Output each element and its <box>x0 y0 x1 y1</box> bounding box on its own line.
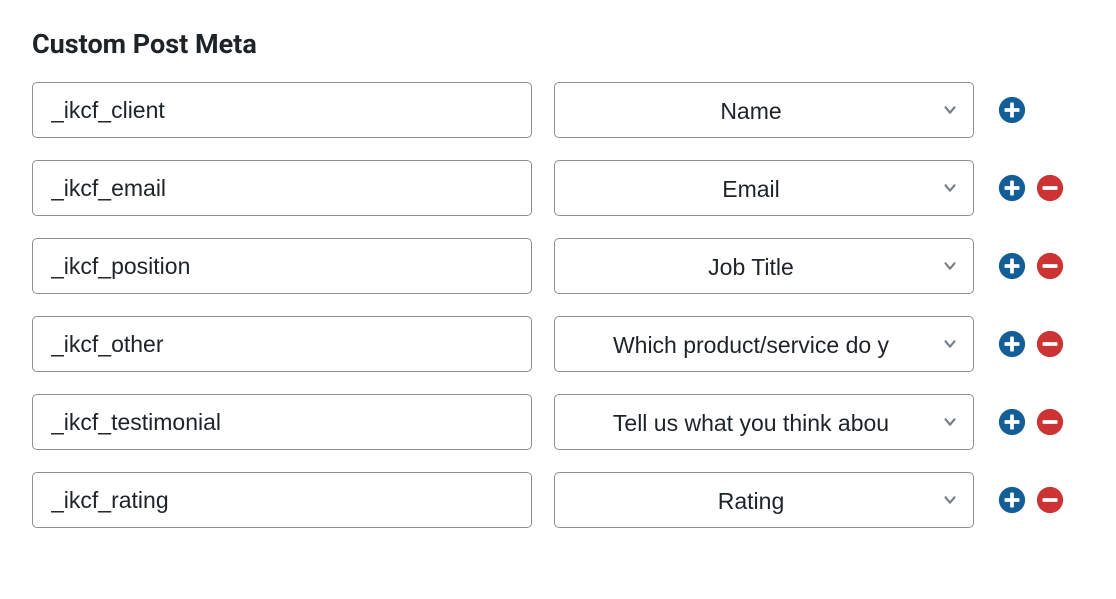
minus-circle-icon <box>1035 407 1065 437</box>
minus-circle-icon <box>1035 329 1065 359</box>
remove-row-button[interactable] <box>1034 250 1066 282</box>
row-actions <box>996 484 1066 516</box>
minus-circle-icon <box>1035 251 1065 281</box>
meta-row: Which product/service do y <box>32 316 1084 372</box>
meta-value-select-wrap: Rating <box>554 472 974 528</box>
meta-value-select[interactable]: Tell us what you think abou <box>554 394 974 450</box>
add-row-button[interactable] <box>996 250 1028 282</box>
meta-rows: Name Email <box>32 82 1084 528</box>
plus-circle-icon <box>997 407 1027 437</box>
meta-value-select[interactable]: Which product/service do y <box>554 316 974 372</box>
row-actions <box>996 172 1066 204</box>
meta-value-select-wrap: Name <box>554 82 974 138</box>
remove-row-button[interactable] <box>1034 328 1066 360</box>
plus-circle-icon <box>997 173 1027 203</box>
meta-value-select[interactable]: Job Title <box>554 238 974 294</box>
plus-circle-icon <box>997 329 1027 359</box>
row-actions <box>996 328 1066 360</box>
meta-row: Tell us what you think abou <box>32 394 1084 450</box>
row-actions <box>996 250 1066 282</box>
section-title: Custom Post Meta <box>32 28 1084 60</box>
plus-circle-icon <box>997 251 1027 281</box>
add-row-button[interactable] <box>996 328 1028 360</box>
add-row-button[interactable] <box>996 94 1028 126</box>
row-actions <box>996 406 1066 438</box>
meta-key-input[interactable] <box>32 160 532 216</box>
plus-circle-icon <box>997 95 1027 125</box>
add-row-button[interactable] <box>996 484 1028 516</box>
meta-row: Name <box>32 82 1084 138</box>
remove-row-button[interactable] <box>1034 172 1066 204</box>
meta-value-select[interactable]: Email <box>554 160 974 216</box>
meta-key-input[interactable] <box>32 82 532 138</box>
meta-row: Job Title <box>32 238 1084 294</box>
meta-value-select-wrap: Job Title <box>554 238 974 294</box>
meta-value-select-wrap: Email <box>554 160 974 216</box>
meta-row: Rating <box>32 472 1084 528</box>
meta-value-select[interactable]: Name <box>554 82 974 138</box>
minus-circle-icon <box>1035 173 1065 203</box>
minus-circle-icon <box>1035 485 1065 515</box>
row-actions <box>996 94 1028 126</box>
add-row-button[interactable] <box>996 172 1028 204</box>
meta-row: Email <box>32 160 1084 216</box>
meta-value-select[interactable]: Rating <box>554 472 974 528</box>
remove-row-button[interactable] <box>1034 484 1066 516</box>
meta-key-input[interactable] <box>32 472 532 528</box>
plus-circle-icon <box>997 485 1027 515</box>
meta-key-input[interactable] <box>32 316 532 372</box>
meta-key-input[interactable] <box>32 238 532 294</box>
remove-row-button[interactable] <box>1034 406 1066 438</box>
meta-key-input[interactable] <box>32 394 532 450</box>
meta-value-select-wrap: Tell us what you think abou <box>554 394 974 450</box>
add-row-button[interactable] <box>996 406 1028 438</box>
meta-value-select-wrap: Which product/service do y <box>554 316 974 372</box>
